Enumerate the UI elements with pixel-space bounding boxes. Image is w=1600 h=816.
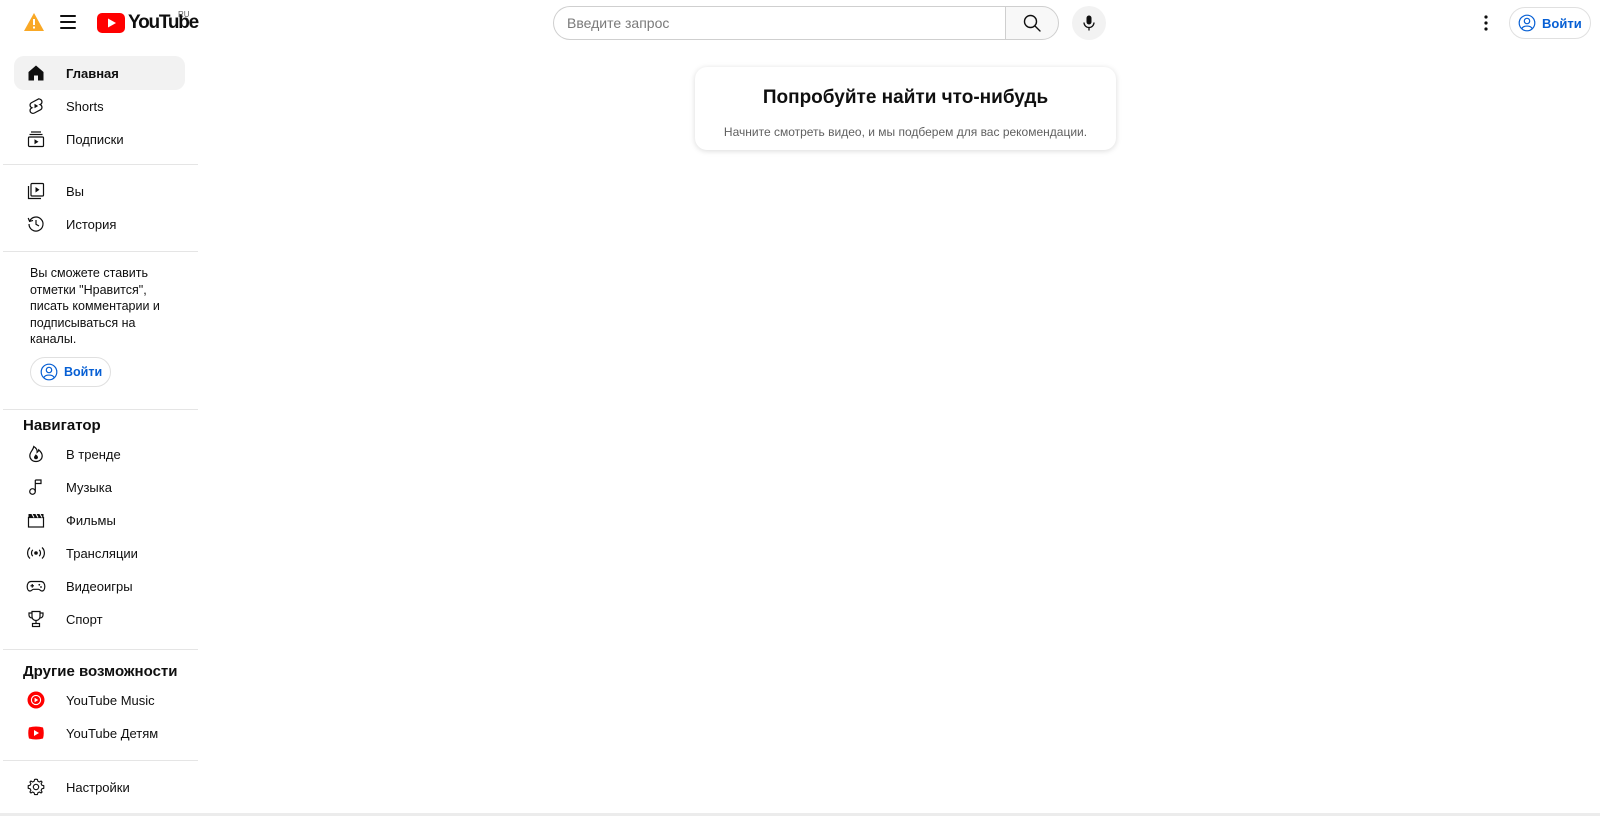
menu-icon[interactable]	[58, 12, 78, 32]
empty-feed-subtitle: Начните смотреть видео, и мы подберем дл…	[723, 125, 1088, 139]
sidebar-item-label: Видеоигры	[66, 578, 133, 594]
search-input[interactable]	[567, 15, 1006, 31]
sidebar-divider	[3, 649, 198, 650]
music-icon	[26, 477, 46, 497]
sidebar-item-label: В тренде	[66, 446, 121, 462]
live-icon	[26, 543, 46, 563]
sidebar-item-history[interactable]: История	[14, 207, 185, 241]
voice-search-button[interactable]	[1072, 6, 1106, 40]
sidebar-sign-in-button[interactable]: Войти	[30, 357, 111, 387]
sidebar-item-youtube-music[interactable]: YouTube Music	[14, 683, 185, 717]
empty-feed-title: Попробуйте найти что-нибудь	[762, 87, 1049, 108]
sidebar-item-label: Настройки	[66, 779, 130, 795]
search-icon	[1023, 14, 1041, 32]
empty-feed-card: Попробуйте найти что-нибудь Начните смот…	[695, 67, 1116, 150]
movies-icon	[26, 510, 46, 530]
trending-icon	[26, 444, 46, 464]
warning-icon	[24, 13, 44, 31]
sidebar: Главная Shorts Подписки Вы История Вы см…	[3, 46, 198, 816]
sidebar-item-sports[interactable]: Спорт	[14, 602, 185, 636]
top-bar: YouTube RU Войти	[0, 0, 1600, 46]
library-icon	[26, 181, 46, 201]
sidebar-item-music[interactable]: Музыка	[14, 470, 185, 504]
region-label: RU	[178, 10, 190, 19]
sidebar-item-label: Вы	[66, 183, 85, 199]
sidebar-item-live[interactable]: Трансляции	[14, 536, 185, 570]
sidebar-item-you[interactable]: Вы	[14, 174, 185, 208]
sidebar-item-youtube-kids[interactable]: YouTube Детям	[14, 716, 185, 750]
sidebar-divider	[3, 164, 198, 165]
sidebar-item-label: YouTube Music	[66, 692, 155, 708]
sidebar-divider	[3, 251, 198, 252]
youtube-logo-icon	[97, 13, 125, 33]
sidebar-divider	[3, 409, 198, 410]
more-options-button[interactable]	[1474, 11, 1498, 35]
more-vertical-icon	[1484, 15, 1488, 31]
subscriptions-icon	[26, 129, 46, 149]
youtube-kids-icon	[26, 723, 46, 743]
sidebar-item-subscriptions[interactable]: Подписки	[14, 122, 185, 156]
sidebar-item-label: YouTube Детям	[66, 725, 159, 741]
section-title-explore: Навигатор	[23, 417, 101, 434]
sign-in-button[interactable]: Войти	[1509, 7, 1591, 39]
microphone-icon	[1083, 15, 1095, 31]
search-button[interactable]	[1005, 6, 1059, 40]
home-icon	[26, 63, 46, 83]
section-title-more: Другие возможности	[23, 663, 178, 680]
sidebar-item-label: Спорт	[66, 611, 103, 627]
sidebar-item-gaming[interactable]: Видеоигры	[14, 569, 185, 603]
sidebar-divider	[3, 760, 198, 761]
youtube-music-icon	[26, 690, 46, 710]
sidebar-item-shorts[interactable]: Shorts	[14, 89, 185, 123]
sign-in-label: Войти	[64, 365, 103, 379]
shorts-icon	[26, 96, 46, 116]
gaming-icon	[26, 576, 46, 596]
sidebar-item-label: Shorts	[66, 98, 104, 114]
account-icon	[40, 363, 58, 381]
sidebar-item-movies[interactable]: Фильмы	[14, 503, 185, 537]
sidebar-item-label: Трансляции	[66, 545, 138, 561]
sidebar-item-label: История	[66, 216, 117, 232]
sign-in-promo-text: Вы сможете ставить отметки "Нравится", п…	[30, 266, 160, 346]
gear-icon	[26, 777, 46, 797]
sign-in-label: Войти	[1542, 15, 1582, 31]
sidebar-item-settings[interactable]: Настройки	[14, 770, 185, 804]
sidebar-item-trending[interactable]: В тренде	[14, 437, 185, 471]
sidebar-item-label: Главная	[66, 65, 119, 81]
sidebar-item-home[interactable]: Главная	[14, 56, 185, 90]
sidebar-item-label: Фильмы	[66, 512, 116, 528]
history-icon	[26, 214, 46, 234]
account-icon	[1518, 14, 1536, 32]
search-box	[553, 6, 1006, 40]
sidebar-item-label: Подписки	[66, 131, 124, 147]
sidebar-item-label: Музыка	[66, 479, 112, 495]
trophy-icon	[26, 609, 46, 629]
